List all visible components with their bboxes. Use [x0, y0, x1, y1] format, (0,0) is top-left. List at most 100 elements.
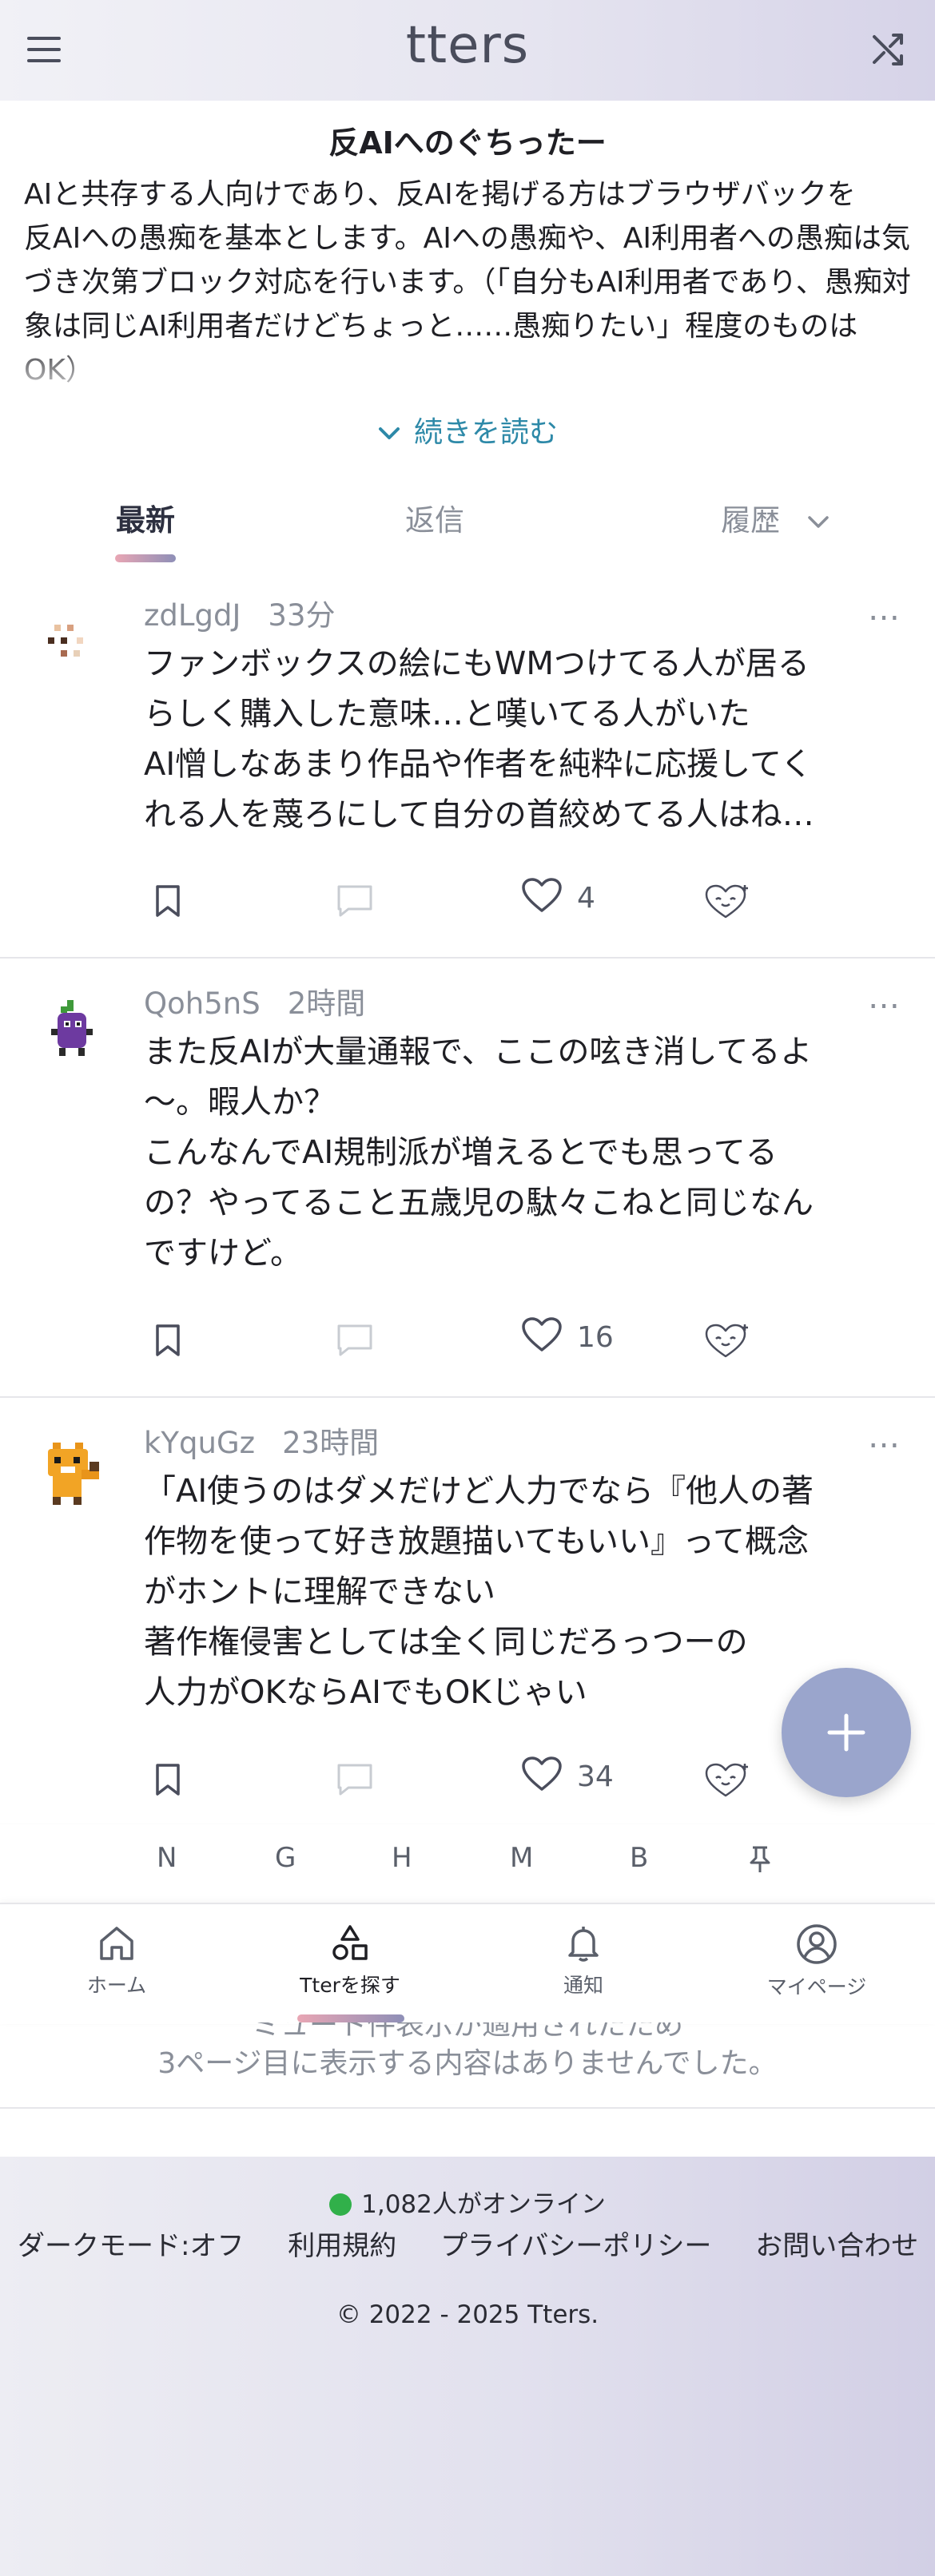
letter-item[interactable]: H: [392, 1842, 412, 1874]
terms-link[interactable]: 利用規約: [288, 2230, 396, 2262]
online-dot-icon: [329, 2193, 352, 2216]
post-line: ファンボックスの絵にもWMつけてる人が居る: [144, 645, 810, 682]
nav-label: 通知: [563, 1974, 603, 1997]
post-line: らしく購入した意味…と嘆いてる人がいた: [144, 696, 750, 732]
post-meta: zdLgdJ 33分: [144, 591, 336, 634]
feed-tabs: 最新 返信 履歴: [0, 487, 935, 572]
nav-notifications[interactable]: 通知: [503, 1923, 663, 1998]
home-icon: [100, 1927, 133, 1960]
reply-icon[interactable]: [336, 1756, 374, 1804]
post-actions: 4: [144, 877, 863, 925]
heart-icon: [522, 1756, 562, 1791]
copyright: © 2022 - 2025 Tters.: [336, 2300, 599, 2329]
username[interactable]: zdLgdJ: [144, 598, 241, 633]
bookmark-icon[interactable]: [153, 877, 182, 925]
post-line: 人力がOKならAIでもOKじゃい: [144, 1674, 587, 1711]
heart-icon: [522, 1317, 562, 1352]
post-line: れる人を蔑ろにして自分の首絞めてる人はね…: [144, 796, 814, 833]
post-line: の？やってること五歳児の駄々こねと同じなん: [144, 1185, 814, 1221]
avatar[interactable]: [37, 998, 109, 1070]
letter-item[interactable]: B: [630, 1842, 648, 1874]
new-post-button[interactable]: [782, 1668, 911, 1797]
privacy-link[interactable]: プライバシーポリシー: [440, 2230, 711, 2262]
post-line: ですけど。: [144, 1235, 302, 1272]
post-time: 33分: [268, 598, 336, 633]
bell-icon: [568, 1927, 599, 1962]
like-button[interactable]: 34: [521, 1756, 649, 1804]
read-more-button[interactable]: 続きを読む: [0, 409, 935, 457]
avatar[interactable]: [37, 610, 109, 682]
quick-letter-bar: N G H M B: [0, 1823, 935, 1903]
reaction-icon[interactable]: [702, 1756, 753, 1804]
post-time: 23時間: [282, 1426, 380, 1460]
nav-home[interactable]: ホーム: [37, 1923, 197, 1998]
post-meta: Qoh5nS 2時間: [144, 979, 365, 1022]
post-line: こんなんでAI規制派が増えるとでも思ってる: [144, 1134, 778, 1171]
bookmark-icon[interactable]: [153, 1756, 182, 1804]
like-count: 16: [577, 1321, 614, 1354]
plus-icon: [827, 1713, 865, 1752]
pin-icon[interactable]: [748, 1845, 772, 1874]
like-button[interactable]: 16: [521, 1316, 649, 1364]
post-body: ファンボックスの絵にもWMつけてる人が居る らしく購入した意味…と嘆いてる人がい…: [144, 639, 863, 840]
online-count: 1,082人がオンライン: [361, 2190, 606, 2219]
post-time: 2時間: [287, 986, 366, 1021]
note-line: 3ページ目に表示する内容はありませんでした。: [157, 2047, 778, 2080]
username[interactable]: Qoh5nS: [144, 986, 261, 1021]
post-item[interactable]: zdLgdJ 33分 … ファンボックスの絵にもWMつけてる人が居る らしく購入し…: [0, 570, 935, 959]
post-line: 〜。暇人か？: [144, 1084, 336, 1121]
heart-icon: [522, 878, 562, 912]
site-footer: 1,082人がオンライン ダークモード:オフ 利用規約 プライバシーポリシー お…: [0, 2157, 935, 2576]
nav-label: マイページ: [766, 1975, 867, 1998]
board-title: 反AIへのぐちったー: [328, 125, 607, 161]
online-status: 1,082人がオンライン: [0, 2184, 935, 2220]
app-header: tters: [0, 0, 935, 101]
post-line: また反AIが大量通報で、ここの呟き消してるよ: [144, 1034, 813, 1070]
post-item[interactable]: Qoh5nS 2時間 … また反AIが大量通報で、ここの呟き消してるよ 〜。暇人か…: [0, 959, 935, 1398]
more-options-button[interactable]: …: [868, 1419, 901, 1455]
user-circle-icon: [797, 1924, 837, 1964]
bookmark-icon[interactable]: [153, 1316, 182, 1364]
reply-icon[interactable]: [336, 1316, 374, 1364]
nav-label: ホーム: [86, 1974, 147, 1997]
active-tab-indicator: [115, 554, 176, 562]
nav-label: Tterを探す: [300, 1974, 400, 1997]
like-count: 34: [577, 1760, 614, 1793]
read-more-label: 続きを読む: [413, 416, 558, 449]
letter-item[interactable]: N: [157, 1842, 177, 1874]
app-logo[interactable]: tters: [0, 16, 935, 75]
reaction-icon[interactable]: [702, 877, 753, 925]
post-line: AI憎しなあまり作品や作者を純粋に応援してく: [144, 746, 813, 783]
letter-item[interactable]: M: [510, 1842, 533, 1874]
more-options-button[interactable]: …: [868, 979, 901, 1016]
username[interactable]: kYquGz: [144, 1426, 255, 1460]
post-body: 「AI使うのはダメだけど人力でなら『他人の著 作物を使って好き放題描いてもいい』…: [144, 1467, 863, 1718]
active-nav-indicator: [297, 2014, 404, 2022]
footer-links: ダークモード:オフ 利用規約 プライバシーポリシー お問い合わせ: [0, 2224, 935, 2263]
post-line: 作物を使って好き放題描いてもいい』って概念: [144, 1523, 809, 1560]
nav-explore[interactable]: Tterを探す: [270, 1923, 430, 1998]
reaction-icon[interactable]: [702, 1316, 753, 1364]
chevron-down-icon: [378, 427, 400, 439]
tab-history-label: 履歴: [721, 503, 781, 538]
like-button[interactable]: 4: [521, 877, 649, 925]
more-options-button[interactable]: …: [868, 591, 901, 628]
contact-link[interactable]: お問い合わせ: [755, 2230, 918, 2262]
post-meta: kYquGz 23時間: [144, 1419, 379, 1462]
post-line: 「AI使うのはダメだけど人力でなら『他人の著: [144, 1473, 814, 1510]
tab-history[interactable]: 履歴: [671, 487, 879, 567]
avatar[interactable]: [37, 1438, 109, 1510]
post-body: また反AIが大量通報で、ここの呟き消してるよ 〜。暇人か？ こんなんでAI規制派…: [144, 1027, 863, 1279]
letter-item[interactable]: G: [275, 1842, 296, 1874]
post-actions: 16: [144, 1316, 863, 1364]
chevron-down-icon: [808, 515, 829, 528]
dark-mode-toggle[interactable]: ダークモード:オフ: [18, 2230, 244, 2262]
post-actions: 34: [144, 1756, 863, 1804]
post-line: 著作権侵害としては全く同じだろっつーの: [144, 1624, 748, 1661]
tab-replies[interactable]: 返信: [355, 487, 515, 567]
shuffle-icon[interactable]: [871, 32, 906, 67]
post-line: がホントに理解できない: [144, 1574, 495, 1610]
reply-icon[interactable]: [336, 877, 374, 925]
divider: [0, 2107, 935, 2109]
nav-mypage[interactable]: マイページ: [737, 1923, 897, 2000]
